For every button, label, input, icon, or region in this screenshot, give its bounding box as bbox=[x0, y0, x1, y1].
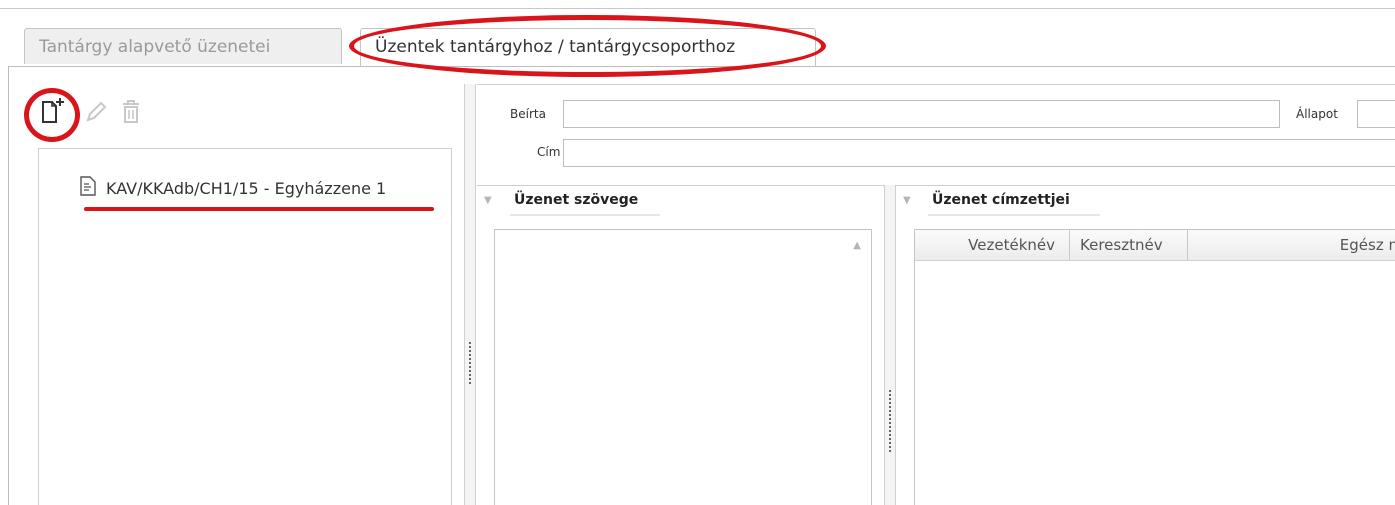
beirta-label: Beírta bbox=[510, 107, 546, 121]
tree-item-label: KAV/KKAdb/CH1/15 - Egyházzene 1 bbox=[106, 178, 387, 198]
cim-field[interactable] bbox=[563, 139, 1395, 167]
column-header-fullname[interactable]: Egész n bbox=[1188, 230, 1395, 260]
header-underline bbox=[928, 214, 1100, 216]
scroll-up-icon[interactable]: ▲ bbox=[853, 240, 861, 251]
top-border bbox=[0, 8, 1395, 9]
annotation-circle-new bbox=[24, 88, 80, 142]
message-text-area[interactable]: ▲ bbox=[494, 229, 872, 505]
header-underline bbox=[510, 214, 660, 216]
message-text-header: Üzenet szövege bbox=[514, 192, 639, 208]
annotation-underline bbox=[84, 207, 434, 211]
message-tree[interactable] bbox=[38, 148, 452, 505]
collapse-arrow-icon[interactable]: ▼ bbox=[903, 195, 911, 206]
content-frame-border bbox=[8, 66, 9, 505]
tab-subject-basic-messages[interactable]: Tantárgy alapvető üzenetei bbox=[24, 28, 342, 64]
trash-icon[interactable] bbox=[118, 96, 144, 126]
cim-label: Cím bbox=[537, 145, 561, 159]
allapot-field[interactable] bbox=[1357, 100, 1395, 128]
form-bottom-border bbox=[477, 185, 1395, 186]
recipients-table[interactable]: Vezetéknév Keresztnév Egész n bbox=[914, 229, 1395, 505]
allapot-label: Állapot bbox=[1296, 107, 1338, 121]
collapse-arrow-icon[interactable]: ▼ bbox=[484, 195, 492, 206]
column-header-firstname[interactable]: Keresztnév bbox=[1070, 230, 1188, 260]
tree-item[interactable]: KAV/KKAdb/CH1/15 - Egyházzene 1 bbox=[80, 176, 386, 200]
pencil-icon[interactable] bbox=[82, 96, 108, 126]
table-header: Vezetéknév Keresztnév Egész n bbox=[915, 230, 1395, 261]
section-splitter[interactable] bbox=[884, 185, 896, 505]
column-header-lastname[interactable]: Vezetéknév bbox=[915, 230, 1070, 260]
recipients-header: Üzenet címzettjei bbox=[932, 192, 1070, 208]
form-top-border bbox=[477, 84, 1395, 85]
document-icon bbox=[80, 176, 96, 200]
annotation-ellipse-tab bbox=[349, 15, 826, 77]
main-splitter[interactable] bbox=[464, 84, 476, 505]
beirta-field[interactable] bbox=[563, 100, 1280, 128]
